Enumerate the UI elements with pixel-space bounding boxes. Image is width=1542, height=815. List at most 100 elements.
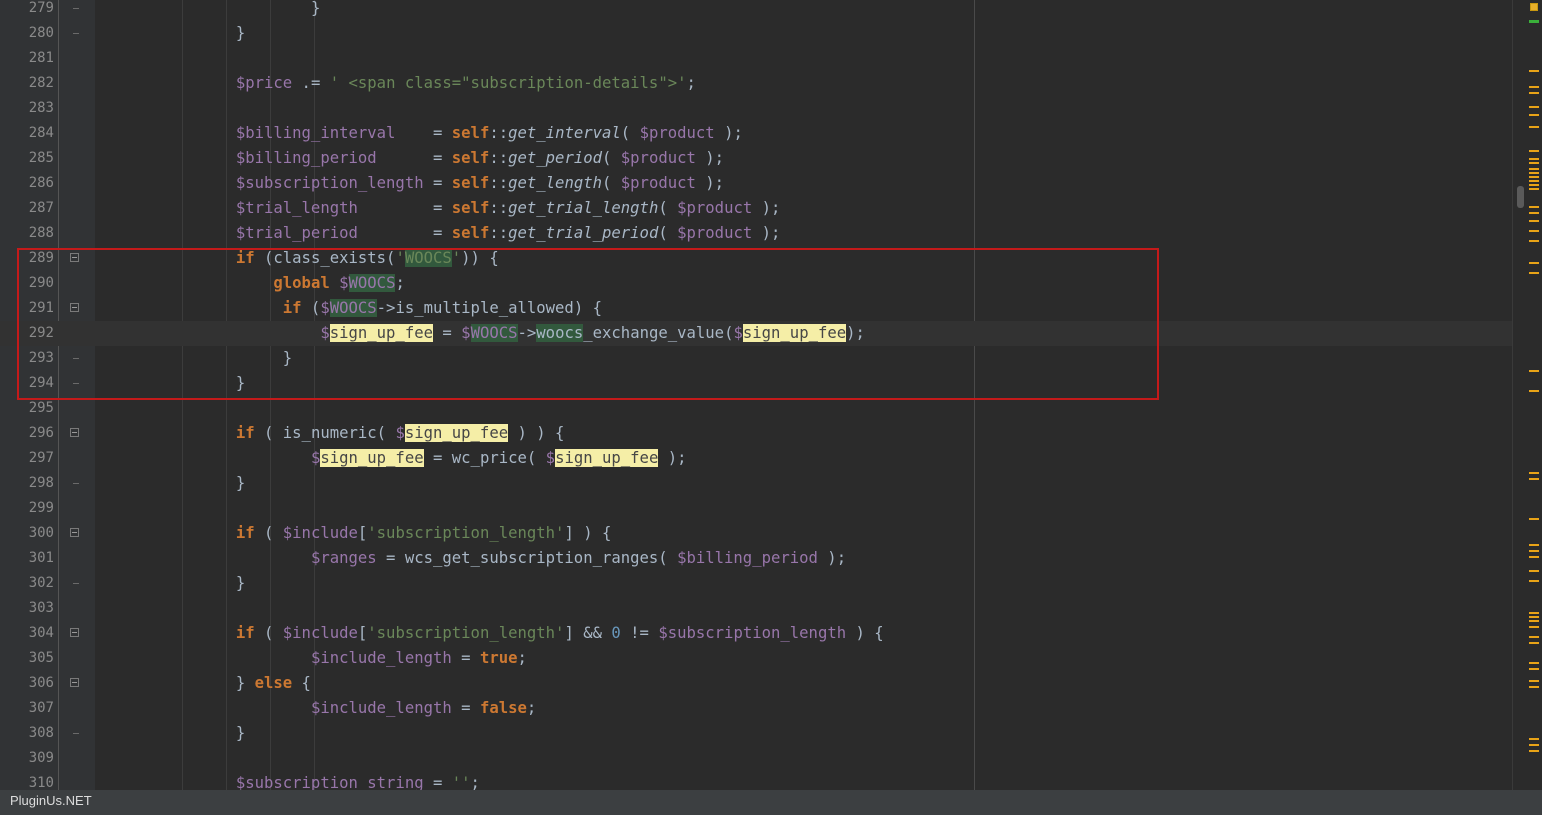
error-stripe-marker[interactable] [1529, 114, 1539, 116]
code-text[interactable]: $billing_period = self::get_period( $pro… [95, 146, 724, 171]
error-stripe-marker[interactable] [1529, 126, 1539, 128]
code-text[interactable]: $ranges = wcs_get_subscription_ranges( $… [95, 546, 846, 571]
error-stripe-marker[interactable] [1529, 158, 1539, 160]
line-number: 300 [28, 525, 54, 541]
error-stripe-marker[interactable] [1529, 206, 1539, 208]
code-text[interactable]: $include_length = true; [95, 646, 527, 671]
error-stripe-marker[interactable] [1529, 106, 1539, 108]
error-stripe-marker[interactable] [1529, 642, 1539, 644]
code-line[interactable]: 284 $billing_interval = self::get_interv… [0, 121, 1512, 146]
error-stripe-marker[interactable] [1529, 184, 1539, 186]
code-text[interactable]: $trial_length = self::get_trial_length( … [95, 196, 781, 221]
code-line[interactable]: 303 [0, 596, 1512, 621]
error-stripe-marker[interactable] [1529, 626, 1539, 628]
error-stripe-marker[interactable] [1529, 616, 1539, 618]
error-stripe-marker[interactable] [1529, 680, 1539, 682]
code-text[interactable]: if ( is_numeric( $sign_up_fee ) ) { [95, 421, 564, 446]
error-stripe-marker[interactable] [1529, 668, 1539, 670]
scrollbar-thumb[interactable] [1517, 186, 1524, 208]
fold-collapse-icon[interactable] [70, 628, 79, 637]
error-stripe-marker[interactable] [1529, 570, 1539, 572]
code-text[interactable]: if ( $include['subscription_length'] && … [95, 621, 884, 646]
error-stripe-marker[interactable] [1529, 518, 1539, 520]
code-line[interactable]: 279 } [0, 0, 1512, 21]
error-stripe-marker[interactable] [1529, 750, 1539, 752]
code-line[interactable]: 304 if ( $include['subscription_length']… [0, 621, 1512, 646]
error-stripe-marker[interactable] [1529, 188, 1539, 190]
code-line[interactable]: 302 } [0, 571, 1512, 596]
error-stripe-marker[interactable] [1529, 172, 1539, 174]
error-stripe-marker[interactable] [1529, 92, 1539, 94]
code-text[interactable]: $subscription_length = self::get_length(… [95, 171, 724, 196]
code-editor[interactable]: 279 } 280 } 281 282 $price .= ' <span class… [0, 0, 1542, 790]
code-line[interactable]: 300 if ( $include['subscription_length']… [0, 521, 1512, 546]
error-stripe-marker[interactable] [1529, 20, 1539, 23]
error-stripe-status-icon[interactable] [1530, 3, 1538, 11]
code-line[interactable]: 285 $billing_period = self::get_period( … [0, 146, 1512, 171]
error-stripe-marker[interactable] [1529, 176, 1539, 178]
error-stripe-marker[interactable] [1529, 580, 1539, 582]
error-stripe-marker[interactable] [1529, 390, 1539, 392]
error-stripe-marker[interactable] [1529, 86, 1539, 88]
error-stripe-marker[interactable] [1529, 544, 1539, 546]
fold-collapse-icon[interactable] [70, 678, 79, 687]
error-stripe-marker[interactable] [1529, 620, 1539, 622]
error-stripe-marker[interactable] [1529, 230, 1539, 232]
code-line[interactable]: 310 $subscription_string = ''; [0, 771, 1512, 790]
code-line[interactable]: 307 $include_length = false; [0, 696, 1512, 721]
error-stripe-marker[interactable] [1529, 272, 1539, 274]
code-line[interactable]: 282 $price .= ' <span class="subscriptio… [0, 71, 1512, 96]
code-text[interactable]: } [95, 0, 320, 21]
error-stripe-marker[interactable] [1529, 478, 1539, 480]
error-stripe-marker[interactable] [1529, 70, 1539, 72]
code-line[interactable]: 301 $ranges = wcs_get_subscription_range… [0, 546, 1512, 571]
error-stripe-marker[interactable] [1529, 168, 1539, 170]
code-text[interactable]: $billing_interval = self::get_interval( … [95, 121, 743, 146]
code-line[interactable]: 305 $include_length = true; [0, 646, 1512, 671]
code-line[interactable]: 308 } [0, 721, 1512, 746]
code-line[interactable]: 280 } [0, 21, 1512, 46]
error-stripe-marker[interactable] [1529, 662, 1539, 664]
error-stripe-marker[interactable] [1529, 472, 1539, 474]
code-line[interactable]: 296 if ( is_numeric( $sign_up_fee ) ) { [0, 421, 1512, 446]
error-stripe-marker[interactable] [1529, 636, 1539, 638]
code-line[interactable]: 288 $trial_period = self::get_trial_peri… [0, 221, 1512, 246]
error-stripe-marker[interactable] [1529, 550, 1539, 552]
code-text[interactable]: $price .= ' <span class="subscription-de… [95, 71, 696, 96]
code-line[interactable]: 283 [0, 96, 1512, 121]
code-line[interactable]: 309 [0, 746, 1512, 771]
code-line[interactable]: 299 [0, 496, 1512, 521]
code-line[interactable]: 297 $sign_up_fee = wc_price( $sign_up_fe… [0, 446, 1512, 471]
code-text[interactable]: if ( $include['subscription_length'] ) { [95, 521, 612, 546]
code-text[interactable]: } [95, 721, 245, 746]
error-stripe-marker[interactable] [1529, 150, 1539, 152]
code-text[interactable]: $include_length = false; [95, 696, 536, 721]
error-stripe-marker[interactable] [1529, 738, 1539, 740]
code-text[interactable]: } [95, 21, 245, 46]
error-stripe-marker[interactable] [1529, 180, 1539, 182]
code-text[interactable]: $trial_period = self::get_trial_period( … [95, 221, 781, 246]
error-stripe-marker[interactable] [1529, 212, 1539, 214]
error-stripe-marker[interactable] [1529, 556, 1539, 558]
code-line[interactable]: 306 } else { [0, 671, 1512, 696]
code-text[interactable]: } [95, 471, 245, 496]
code-line[interactable]: 298 } [0, 471, 1512, 496]
code-text[interactable]: $sign_up_fee = wc_price( $sign_up_fee ); [95, 446, 687, 471]
error-stripe-marker[interactable] [1529, 220, 1539, 222]
error-stripe-marker[interactable] [1529, 262, 1539, 264]
code-text[interactable]: } else { [95, 671, 311, 696]
code-line[interactable]: 281 [0, 46, 1512, 71]
error-stripe-marker[interactable] [1529, 686, 1539, 688]
error-stripe-marker[interactable] [1529, 240, 1539, 242]
fold-collapse-icon[interactable] [70, 428, 79, 437]
code-line[interactable]: 286 $subscription_length = self::get_len… [0, 171, 1512, 196]
vertical-scrollbar[interactable] [1512, 0, 1542, 790]
error-stripe-marker[interactable] [1529, 612, 1539, 614]
error-stripe-marker[interactable] [1529, 744, 1539, 746]
code-line[interactable]: 287 $trial_length = self::get_trial_leng… [0, 196, 1512, 221]
error-stripe-marker[interactable] [1529, 162, 1539, 164]
fold-collapse-icon[interactable] [70, 528, 79, 537]
error-stripe-marker[interactable] [1529, 370, 1539, 372]
code-text[interactable]: } [95, 571, 245, 596]
code-text[interactable]: $subscription_string = ''; [95, 771, 480, 790]
